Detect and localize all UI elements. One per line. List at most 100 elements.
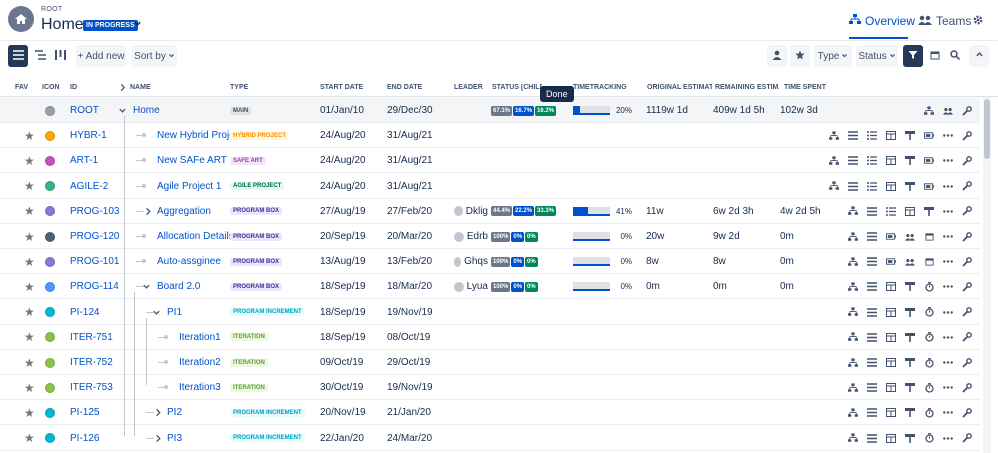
battery-icon[interactable] — [924, 131, 934, 141]
more-icon[interactable] — [943, 358, 953, 368]
table-row[interactable]: ★ PROG-103 Aggregation PROGRAM BOX 27/Aug/19… — [0, 199, 980, 224]
more-icon[interactable] — [943, 131, 953, 141]
board-icon[interactable] — [886, 282, 896, 292]
collapse-button[interactable] — [969, 45, 989, 67]
table-row[interactable]: ROOT Home MAIN 01/Jan/10 29/Dec/30 67.1% 16.7%… — [0, 98, 980, 123]
roadmap-icon[interactable] — [924, 206, 934, 216]
table-row[interactable]: ★ HYBR-1 New Hybrid Project HYBRID PROJECT 2… — [0, 123, 980, 149]
item-name-link[interactable]: Auto-assginee — [157, 249, 221, 274]
type-filter-button[interactable]: Type — [814, 45, 852, 67]
item-id-link[interactable]: PROG-101 — [70, 249, 119, 274]
item-name-link[interactable]: New SAFe ART — [157, 148, 227, 173]
tree-view-button[interactable] — [31, 45, 49, 67]
item-name-link[interactable]: Iteration2 — [179, 350, 221, 375]
favorite-star-icon[interactable]: ★ — [24, 174, 35, 199]
favorite-star-icon[interactable]: ★ — [24, 224, 35, 249]
board-icon[interactable] — [886, 307, 896, 317]
battery-icon[interactable] — [886, 257, 896, 267]
roadmap-icon[interactable] — [905, 433, 915, 443]
wrench-icon[interactable] — [962, 130, 972, 141]
board-icon[interactable] — [886, 156, 896, 166]
wrench-icon[interactable] — [962, 206, 972, 216]
item-name-link[interactable]: Iteration1 — [179, 325, 221, 350]
hierarchy-icon[interactable] — [848, 206, 858, 216]
timer-icon[interactable] — [924, 332, 934, 342]
item-name-link[interactable]: Board 2.0 — [157, 274, 200, 299]
wrench-icon[interactable] — [962, 307, 972, 317]
wrench-icon[interactable] — [962, 281, 972, 292]
list-icon[interactable] — [867, 383, 877, 393]
favorite-star-icon[interactable]: ★ — [24, 400, 35, 425]
status-filter-button[interactable]: Status — [856, 45, 898, 67]
hierarchy-icon[interactable] — [848, 408, 858, 418]
table-row[interactable]: ★ PI-125 PI2 PROGRAM INCREMENT 20/Nov/19 21/J… — [0, 400, 980, 426]
bullet-list-icon[interactable] — [886, 206, 896, 216]
board-icon[interactable] — [886, 408, 896, 418]
collapse-chevron-icon[interactable] — [142, 282, 151, 294]
list-icon[interactable] — [867, 307, 877, 317]
favorite-star-icon[interactable]: ★ — [24, 274, 35, 299]
more-icon[interactable] — [943, 257, 953, 267]
hierarchy-icon[interactable] — [924, 105, 934, 116]
favorite-star-icon[interactable]: ★ — [24, 199, 35, 224]
leader-cell[interactable]: Edrb — [454, 224, 488, 249]
column-header-time-spent[interactable]: TIME SPENT — [784, 84, 834, 91]
list-icon[interactable] — [867, 332, 877, 342]
people-icon[interactable] — [943, 106, 953, 116]
hierarchy-icon[interactable] — [848, 383, 858, 393]
column-header-fav[interactable]: FAV — [15, 84, 37, 91]
bullet-list-icon[interactable] — [867, 156, 877, 166]
favorite-star-icon[interactable]: ★ — [24, 325, 35, 350]
item-id-link[interactable]: PI-126 — [70, 426, 99, 451]
item-id-link[interactable]: HYBR-1 — [70, 123, 107, 148]
item-id-link[interactable]: ITER-751 — [70, 325, 113, 350]
leader-cell[interactable]: Lyua — [454, 274, 488, 299]
favorites-filter-button[interactable] — [790, 45, 810, 67]
column-header-id[interactable]: ID — [70, 84, 110, 91]
search-button[interactable] — [946, 45, 964, 67]
bullet-list-icon[interactable] — [867, 131, 877, 141]
column-header-status[interactable]: STATUS [CHILDREN] — [492, 84, 542, 91]
item-id-link[interactable]: AGILE-2 — [70, 174, 108, 199]
table-row[interactable]: ★ PI-124 PI1 PROGRAM INCREMENT 18/Sep/19 19/N… — [0, 300, 980, 325]
hierarchy-icon[interactable] — [848, 257, 858, 267]
timer-icon[interactable] — [924, 307, 934, 317]
chevron-right-icon[interactable] — [119, 83, 126, 95]
add-new-button[interactable]: + Add new — [76, 45, 126, 67]
list-icon[interactable] — [867, 232, 877, 242]
timer-icon[interactable] — [924, 382, 934, 393]
wrench-icon[interactable] — [962, 332, 972, 342]
expand-chevron-icon[interactable] — [154, 434, 162, 446]
list-icon[interactable] — [867, 206, 877, 216]
timer-icon[interactable] — [924, 407, 934, 418]
list-icon[interactable] — [848, 181, 858, 191]
column-header-timetracking[interactable]: TIMETRACKING — [573, 84, 643, 91]
item-name-link[interactable]: PI3 — [167, 426, 182, 451]
table-row[interactable]: ★ PROG-120 Allocation Details PROGRAM BOX 20… — [0, 224, 980, 249]
item-id-link[interactable]: ITER-753 — [70, 375, 113, 400]
board-icon[interactable] — [886, 131, 896, 141]
list-icon[interactable] — [867, 358, 877, 368]
expand-chevron-icon[interactable] — [154, 408, 162, 420]
more-icon[interactable] — [943, 282, 953, 292]
roadmap-icon[interactable] — [905, 358, 915, 368]
favorite-star-icon[interactable]: ★ — [24, 300, 35, 325]
item-name-link[interactable]: Aggregation — [157, 199, 211, 224]
timer-icon[interactable] — [924, 281, 934, 292]
favorite-star-icon[interactable]: ★ — [24, 148, 35, 173]
item-id-link[interactable]: PI-124 — [70, 300, 99, 325]
item-id-link[interactable]: PI-125 — [70, 400, 99, 425]
roadmap-icon[interactable] — [905, 408, 915, 418]
item-id-link[interactable]: ITER-752 — [70, 350, 113, 375]
hierarchy-icon[interactable] — [848, 433, 858, 443]
board-icon[interactable] — [886, 181, 896, 191]
more-icon[interactable] — [943, 232, 953, 242]
column-header-end-date[interactable]: END DATE — [387, 84, 447, 91]
bullet-list-icon[interactable] — [867, 181, 877, 191]
item-name-link[interactable]: Iteration3 — [179, 375, 221, 400]
gear-icon[interactable] — [972, 14, 984, 29]
roadmap-icon[interactable] — [905, 131, 915, 141]
tab-teams[interactable]: Teams — [918, 14, 971, 28]
roadmap-icon[interactable] — [905, 307, 915, 317]
wrench-icon[interactable] — [962, 382, 972, 393]
